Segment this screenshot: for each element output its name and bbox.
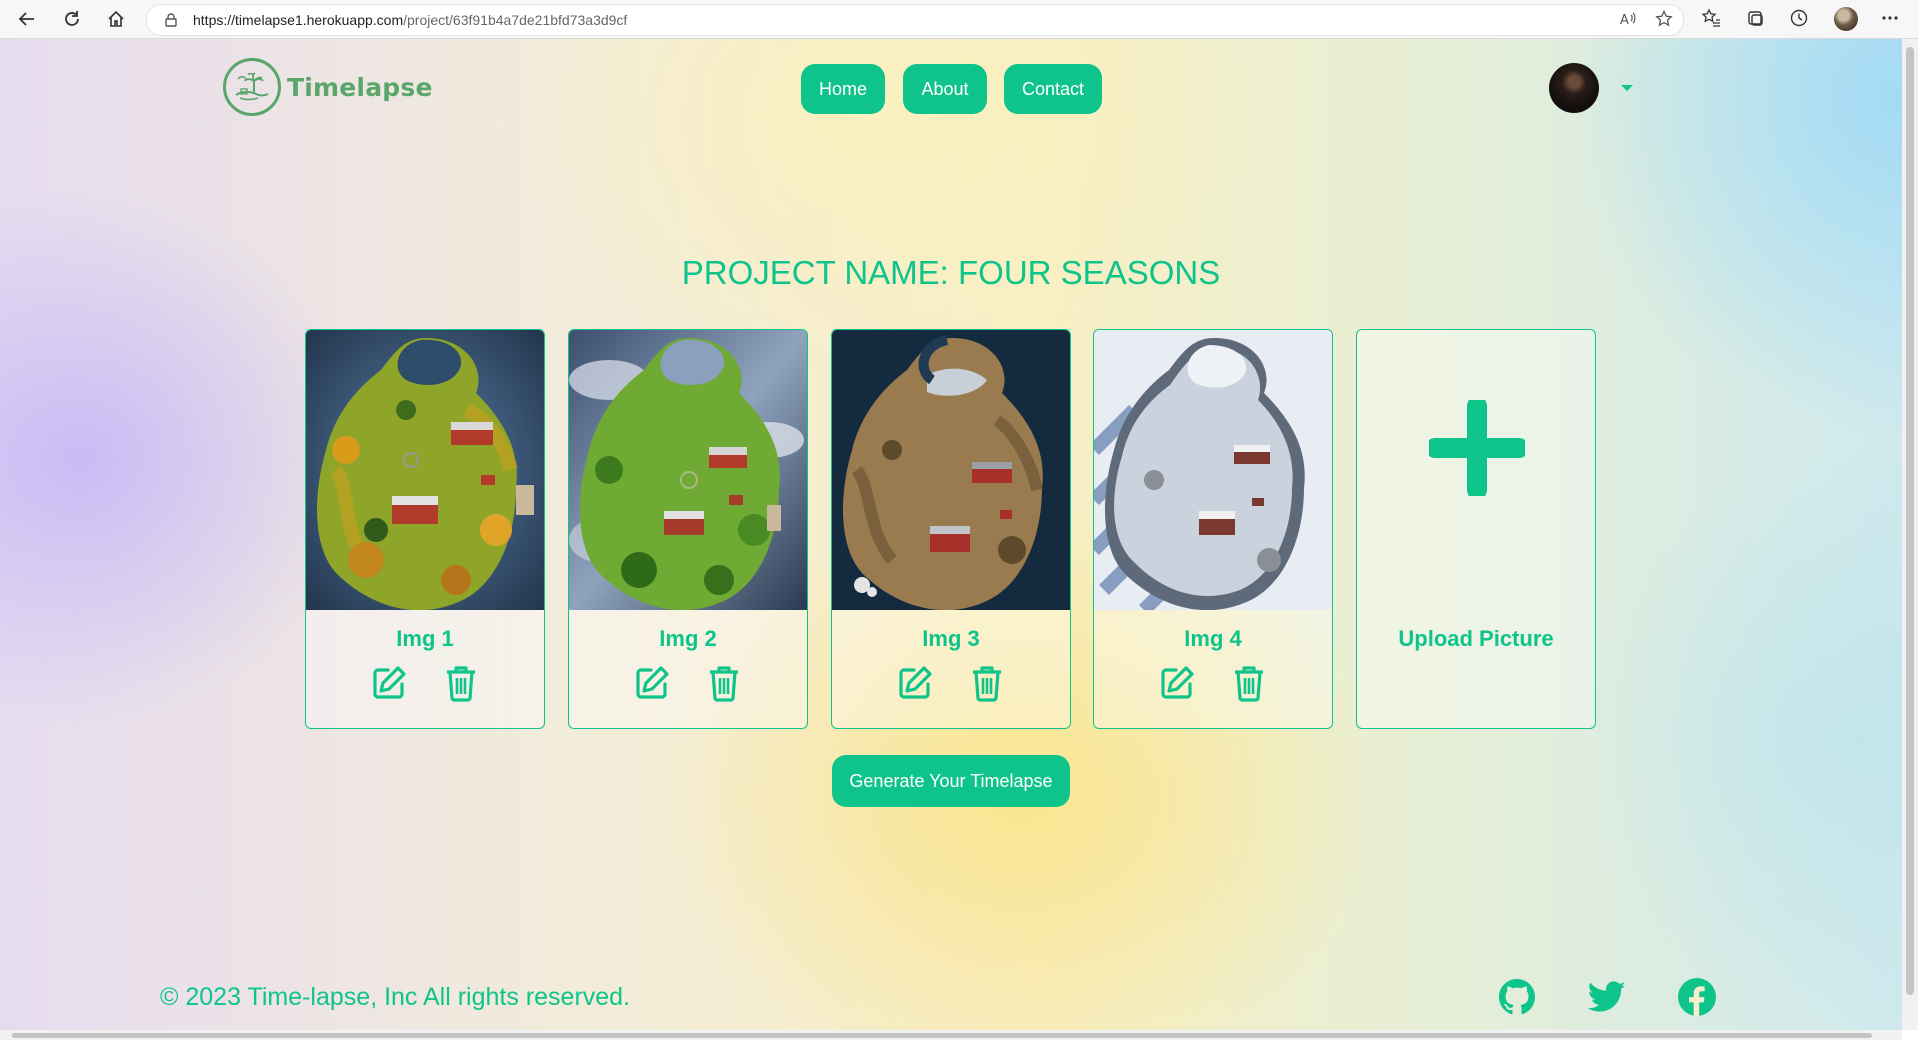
caret-down-icon[interactable]: [1621, 85, 1633, 91]
url-host: https://timelapse1.herokuapp.com: [193, 12, 404, 28]
svg-text:A: A: [1620, 13, 1629, 28]
island-photo-winter[interactable]: [1094, 330, 1332, 610]
image-card: Img 1: [305, 329, 545, 729]
back-arrow-icon[interactable]: [15, 7, 39, 31]
lock-icon: [165, 13, 177, 32]
url-text: https://timelapse1.herokuapp.com/project…: [193, 12, 627, 28]
browser-profile-avatar[interactable]: [1834, 7, 1858, 31]
edit-icon[interactable]: [896, 663, 934, 703]
trash-icon[interactable]: [1230, 663, 1268, 703]
island-logo-icon: [223, 58, 281, 116]
upload-picture-card[interactable]: Upload Picture: [1356, 329, 1596, 729]
edit-icon[interactable]: [633, 663, 671, 703]
reload-icon[interactable]: [60, 7, 84, 31]
image-card: Img 2: [568, 329, 808, 729]
history-icon[interactable]: [1789, 8, 1809, 33]
favorites-icon[interactable]: [1701, 8, 1721, 33]
trash-icon[interactable]: [705, 663, 743, 703]
trash-icon[interactable]: [968, 663, 1006, 703]
image-caption: Img 3: [922, 626, 980, 651]
image-caption: Img 4: [1184, 626, 1242, 651]
footer-copyright: © 2023 Time-lapse, Inc All rights reserv…: [160, 983, 631, 1011]
nav-home-button[interactable]: Home: [801, 64, 885, 114]
logo-text: Timelapse: [287, 72, 433, 102]
trash-icon[interactable]: [442, 663, 480, 703]
favorite-add-icon[interactable]: [1655, 9, 1673, 33]
generate-timelapse-button[interactable]: Generate Your Timelapse: [832, 755, 1070, 807]
island-photo-autumn[interactable]: [306, 330, 544, 610]
user-avatar[interactable]: [1549, 63, 1599, 113]
facebook-icon[interactable]: [1678, 978, 1716, 1016]
twitter-icon[interactable]: [1588, 978, 1626, 1016]
image-card: Img 4: [1093, 329, 1333, 729]
island-photo-summer[interactable]: [569, 330, 807, 610]
image-caption: Img 1: [396, 626, 454, 651]
home-icon[interactable]: [104, 7, 128, 31]
nav-contact-button[interactable]: Contact: [1004, 64, 1102, 114]
image-card: Img 3: [831, 329, 1071, 729]
read-aloud-icon[interactable]: A: [1619, 10, 1637, 33]
url-path: /project/63f91b4a7de21bfd73a3d9cf: [403, 12, 628, 28]
collections-icon[interactable]: [1745, 8, 1765, 33]
page-background: Timelapse Home About Contact PROJECT NAM…: [0, 39, 1902, 1030]
edit-icon[interactable]: [1158, 663, 1196, 703]
address-bar[interactable]: https://timelapse1.herokuapp.com/project…: [146, 4, 1684, 36]
more-menu-icon[interactable]: [1881, 8, 1899, 33]
image-caption: Img 2: [659, 626, 717, 651]
vertical-scrollbar[interactable]: [1902, 39, 1918, 1030]
edit-icon[interactable]: [370, 663, 408, 703]
browser-toolbar: https://timelapse1.herokuapp.com/project…: [0, 0, 1918, 39]
upload-picture-label: Upload Picture: [1398, 626, 1554, 651]
nav-about-button[interactable]: About: [903, 64, 987, 114]
github-icon[interactable]: [1498, 978, 1536, 1016]
plus-icon[interactable]: [1425, 396, 1529, 501]
horizontal-scrollbar[interactable]: [0, 1030, 1902, 1040]
island-photo-spring[interactable]: [832, 330, 1070, 610]
site-logo[interactable]: Timelapse: [223, 58, 433, 116]
project-title: PROJECT NAME: FOUR SEASONS: [681, 254, 1221, 291]
